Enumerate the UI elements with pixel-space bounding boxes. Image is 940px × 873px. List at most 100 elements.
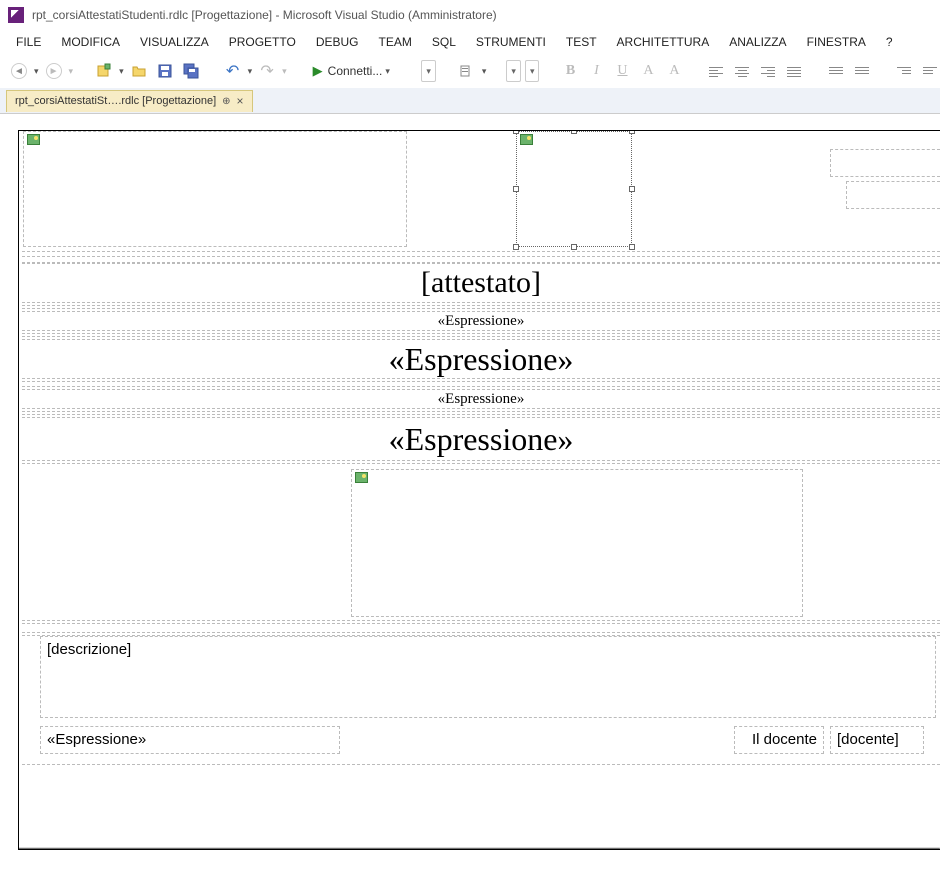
row-expr-large-2[interactable]: «Espressione» — [22, 417, 940, 461]
resize-handle[interactable] — [571, 244, 577, 250]
nav-back-dropdown[interactable]: ▾ — [34, 66, 39, 77]
underline-button[interactable]: U — [611, 59, 633, 83]
nav-back-button[interactable]: ◄ — [8, 59, 30, 83]
field-descrizione[interactable]: [descrizione] — [41, 637, 935, 662]
resize-handle[interactable] — [571, 130, 577, 134]
menu-finestra[interactable]: FINESTRA — [797, 31, 876, 53]
menu-debug[interactable]: DEBUG — [306, 31, 369, 53]
redo-button: ↷ — [256, 59, 278, 83]
menu-visualizza[interactable]: VISUALIZZA — [130, 31, 219, 53]
tab-label: rpt_corsiAttestatiSt….rdlc [Progettazion… — [15, 95, 216, 107]
field-docente[interactable]: [docente] — [831, 727, 923, 752]
menu-analizza[interactable]: ANALIZZA — [719, 31, 796, 53]
nav-forward-dropdown: ▾ — [69, 66, 74, 77]
resize-handle[interactable] — [629, 130, 635, 134]
resize-handle[interactable] — [513, 130, 519, 134]
outdent-button[interactable] — [893, 59, 915, 83]
vs-logo-icon — [8, 7, 24, 23]
undo-button[interactable]: ↶ — [222, 59, 244, 83]
field-expr-bottom[interactable]: «Espressione» — [41, 727, 339, 752]
image-icon — [355, 472, 368, 483]
resize-handle[interactable] — [513, 244, 519, 250]
resize-handle[interactable] — [513, 186, 519, 192]
partial-box-right-1[interactable] — [830, 149, 940, 177]
play-icon: ▶ — [313, 63, 323, 79]
pin-icon[interactable]: ⊕ — [222, 96, 230, 107]
menu-file[interactable]: FILE — [6, 31, 51, 53]
row-gap-3 — [22, 381, 940, 387]
save-all-button[interactable] — [180, 59, 202, 83]
list-button[interactable] — [825, 59, 847, 83]
row-band-1[interactable] — [22, 131, 940, 263]
row-gap-4 — [22, 411, 940, 415]
redo-dropdown: ▾ — [282, 66, 287, 77]
font-size-combo[interactable]: ▾ — [525, 60, 540, 82]
indent-button[interactable] — [919, 59, 940, 83]
field-expr-bottom-box[interactable]: «Espressione» — [40, 726, 340, 754]
row-expr-small-1[interactable]: «Espressione» — [22, 311, 940, 331]
image-icon — [520, 134, 533, 145]
bold-button[interactable]: B — [559, 59, 581, 83]
font-color-button[interactable]: A — [637, 59, 659, 83]
tabstrip: rpt_corsiAttestatiSt….rdlc [Progettazion… — [0, 88, 940, 114]
menu-strumenti[interactable]: STRUMENTI — [466, 31, 556, 53]
menu-team[interactable]: TEAM — [369, 31, 422, 53]
resize-handle[interactable] — [629, 186, 635, 192]
row-expr-small-2[interactable]: «Espressione» — [22, 389, 940, 409]
label-il-docente-box[interactable]: Il docente — [734, 726, 824, 754]
nav-forward-button[interactable]: ► — [43, 59, 65, 83]
row-expr-large-1[interactable]: «Espressione» — [22, 339, 940, 379]
close-icon[interactable]: × — [237, 94, 244, 108]
menu-test[interactable]: TEST — [556, 31, 607, 53]
db-dropdown[interactable]: ▾ — [482, 66, 487, 77]
row-gap-2 — [22, 333, 940, 337]
partial-box-right-2[interactable] — [846, 181, 940, 209]
new-project-button[interactable] — [93, 59, 115, 83]
field-descrizione-box[interactable]: [descrizione] — [40, 636, 936, 718]
db-icon[interactable] — [456, 59, 478, 83]
combo-1[interactable]: ▾ — [421, 60, 436, 82]
row-gap-5 — [22, 623, 940, 633]
numbered-list-button[interactable] — [851, 59, 873, 83]
menu-architettura[interactable]: ARCHITETTURA — [607, 31, 720, 53]
menu-sql[interactable]: SQL — [422, 31, 466, 53]
undo-dropdown[interactable]: ▾ — [248, 66, 253, 77]
report-design-surface[interactable]: [attestato] «Espressione» «Espressione» … — [18, 130, 940, 850]
open-button[interactable] — [128, 59, 150, 83]
row-gap-1 — [22, 305, 940, 309]
align-justify-button[interactable] — [783, 59, 805, 83]
document-tab[interactable]: rpt_corsiAttestatiSt….rdlc [Progettazion… — [6, 90, 253, 112]
menubar: FILE MODIFICA VISUALIZZA PROGETTO DEBUG … — [0, 30, 940, 54]
field-expr-small-2[interactable]: «Espressione» — [22, 390, 940, 408]
new-project-dropdown[interactable]: ▾ — [119, 66, 124, 77]
field-expr-large-1[interactable]: «Espressione» — [22, 340, 940, 378]
titlebar: rpt_corsiAttestatiStudenti.rdlc [Progett… — [0, 0, 940, 30]
align-right-button[interactable] — [757, 59, 779, 83]
field-attestato[interactable]: [attestato] — [22, 264, 940, 302]
window-title: rpt_corsiAttestatiStudenti.rdlc [Progett… — [32, 8, 497, 22]
italic-button[interactable]: I — [585, 59, 607, 83]
menu-modifica[interactable]: MODIFICA — [51, 31, 130, 53]
connect-dropdown[interactable]: ▾ — [385, 66, 395, 77]
row-center-image[interactable] — [22, 463, 940, 621]
resize-handle[interactable] — [629, 244, 635, 250]
row-attestato[interactable]: [attestato] — [22, 263, 940, 303]
toolbar: ◄ ▾ ► ▾ ▾ ↶ ▾ ↷ ▾ ▶ Connetti... ▾ ▾ ▾ ▾ … — [0, 54, 940, 88]
align-left-button[interactable] — [705, 59, 727, 83]
selected-image-box[interactable] — [516, 131, 632, 247]
connect-button[interactable]: ▶ Connetti... ▾ — [307, 60, 402, 82]
row-footer[interactable]: [descrizione] «Espressione» Il docente [… — [22, 635, 940, 765]
workspace: [attestato] «Espressione» «Espressione» … — [0, 114, 940, 873]
align-center-button[interactable] — [731, 59, 753, 83]
field-docente-box[interactable]: [docente] — [830, 726, 924, 754]
menu-help[interactable]: ? — [876, 31, 903, 53]
image-box-center[interactable] — [351, 469, 803, 617]
connect-label: Connetti... — [328, 64, 383, 78]
menu-progetto[interactable]: PROGETTO — [219, 31, 306, 53]
font-family-combo[interactable]: ▾ — [506, 60, 521, 82]
save-button[interactable] — [154, 59, 176, 83]
label-il-docente: Il docente — [735, 727, 823, 752]
bg-color-button[interactable]: A — [663, 59, 685, 83]
field-expr-large-2[interactable]: «Espressione» — [22, 418, 940, 460]
field-expr-small-1[interactable]: «Espressione» — [22, 312, 940, 330]
